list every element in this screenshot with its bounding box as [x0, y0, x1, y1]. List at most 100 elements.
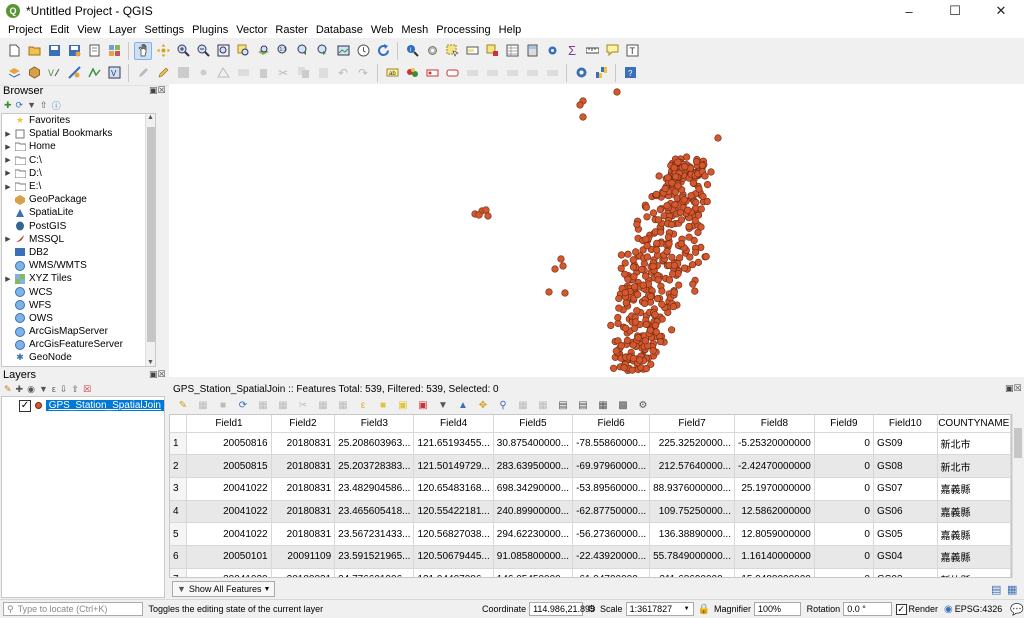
table-cell[interactable]: 20180831	[271, 432, 336, 456]
redo-icon[interactable]: ↷	[354, 64, 372, 82]
zoom-selection-icon[interactable]	[234, 42, 252, 60]
vertex-tool-icon[interactable]	[214, 64, 232, 82]
gps-station-point[interactable]	[639, 281, 647, 289]
close-button[interactable]: ✕	[978, 0, 1024, 22]
filter-select-icon[interactable]: ▼	[434, 396, 452, 414]
table-cell[interactable]: 121.50149729...	[413, 454, 494, 478]
browser-item-spatial-bookmarks[interactable]: ▶ Spatial Bookmarks	[2, 127, 155, 140]
select-features-icon[interactable]	[443, 42, 461, 60]
python-console-icon[interactable]	[592, 64, 610, 82]
gps-station-point[interactable]	[629, 354, 638, 363]
table-cell[interactable]: 30.875400000...	[493, 432, 574, 456]
gps-station-point[interactable]	[638, 265, 646, 274]
data-source-manager-icon[interactable]	[5, 64, 23, 82]
gps-station-point[interactable]	[695, 185, 703, 193]
table-cell[interactable]: -53.89560000...	[572, 477, 651, 501]
table-cell[interactable]: 211.68690000...	[649, 568, 735, 577]
column-header[interactable]: Field9	[814, 415, 874, 433]
gps-station-point[interactable]	[551, 265, 559, 273]
menu-settings[interactable]: Settings	[140, 24, 188, 36]
table-cell[interactable]: GS06	[873, 500, 938, 524]
new-project-icon[interactable]	[5, 42, 23, 60]
scrollbar-thumb[interactable]	[147, 127, 155, 342]
gps-station-point[interactable]	[484, 212, 492, 220]
table-cell[interactable]: 20050101	[186, 545, 272, 569]
gps-station-point[interactable]	[692, 157, 701, 166]
pin-labels-icon[interactable]	[423, 64, 441, 82]
gps-station-point[interactable]	[634, 290, 642, 299]
gps-station-point[interactable]	[624, 275, 632, 283]
new-temporary-layer-icon[interactable]	[65, 64, 83, 82]
table-cell[interactable]: 25.203728383...	[334, 454, 415, 478]
table-cell[interactable]: -5.25320000000	[734, 432, 815, 456]
pan-to-selection-icon[interactable]	[154, 42, 172, 60]
add-feature-icon[interactable]	[194, 64, 212, 82]
gps-station-point[interactable]	[703, 197, 711, 206]
gps-station-point[interactable]	[631, 324, 639, 332]
gps-station-point[interactable]	[658, 300, 666, 308]
table-cell[interactable]: 91.085800000...	[493, 545, 574, 569]
locator-search-input[interactable]: ⚲ Type to locate (Ctrl+K)	[3, 602, 144, 616]
gps-station-point[interactable]	[707, 168, 715, 176]
reload-icon[interactable]: ⟳	[234, 396, 252, 414]
gps-station-point[interactable]	[703, 180, 712, 189]
gps-station-point[interactable]	[579, 113, 587, 121]
table-cell[interactable]: -61.94700000...	[572, 568, 651, 577]
map-tips-icon[interactable]	[603, 42, 621, 60]
layers-panel-controls[interactable]: ▣☒	[149, 369, 166, 380]
gps-station-point[interactable]	[628, 366, 636, 374]
gps-station-point[interactable]	[651, 311, 659, 319]
new-virtual-layer-icon[interactable]: V	[105, 64, 123, 82]
table-cell[interactable]: 23.591521965...	[334, 545, 415, 569]
delete-selected-icon[interactable]	[254, 64, 272, 82]
column-header[interactable]: Field10	[873, 415, 938, 433]
gps-station-point[interactable]	[617, 342, 626, 350]
add-selected-layers-icon[interactable]: ✚	[4, 100, 12, 111]
show-features-dropdown[interactable]: ▼ Show All Features ▼	[172, 581, 276, 597]
gps-station-point[interactable]	[677, 240, 685, 248]
dock-table-icon[interactable]: ▩	[614, 396, 632, 414]
digitize-icon[interactable]	[85, 64, 103, 82]
conditional-formatting-icon[interactable]: ▤	[574, 396, 592, 414]
gps-station-point[interactable]	[622, 324, 630, 332]
gps-station-point[interactable]	[671, 188, 679, 196]
gps-station-point[interactable]	[688, 261, 697, 269]
move-selection-top-icon[interactable]: ▲	[454, 396, 472, 414]
table-cell[interactable]: 20091109	[271, 545, 336, 569]
open-attribute-table-icon[interactable]	[503, 42, 521, 60]
menu-web[interactable]: Web	[367, 24, 397, 36]
table-cell[interactable]: 25.1970000000	[734, 477, 815, 501]
gps-station-point[interactable]	[669, 270, 677, 278]
move-label-icon[interactable]	[463, 64, 481, 82]
browser-item-home[interactable]: ▶ Home	[2, 140, 155, 153]
table-cell[interactable]: -22.43920000...	[572, 545, 651, 569]
gps-station-point[interactable]	[643, 253, 652, 261]
gps-station-point[interactable]	[652, 190, 661, 198]
gps-station-point[interactable]	[701, 172, 709, 180]
gps-station-point[interactable]	[643, 242, 651, 250]
table-cell[interactable]: 25.208603963...	[334, 432, 415, 456]
gps-station-point[interactable]	[656, 338, 664, 346]
table-cell[interactable]: 1.16140000000	[734, 545, 815, 569]
identify-features-icon[interactable]: i	[403, 42, 421, 60]
layers-tree[interactable]: ✓ GPS_Station_SpatialJoin	[1, 396, 165, 598]
collapse-all-icon[interactable]: ⇧	[71, 384, 79, 395]
menu-plugins[interactable]: Plugins	[188, 24, 232, 36]
save-layer-edits-icon[interactable]	[174, 64, 192, 82]
row-number[interactable]: 1	[170, 432, 188, 456]
table-cell[interactable]: 212.57640000...	[649, 454, 735, 478]
gps-station-point[interactable]	[629, 256, 637, 264]
measure-icon[interactable]	[583, 42, 601, 60]
new-geopackage-layer-icon[interactable]	[25, 64, 43, 82]
gps-station-point[interactable]	[612, 347, 620, 355]
table-cell[interactable]: 120.56827038...	[413, 522, 494, 546]
gps-station-point[interactable]	[649, 262, 657, 270]
attribute-table[interactable]: Field1 Field2 Field3 Field4 Field5 Field…	[169, 414, 1012, 578]
open-project-icon[interactable]	[25, 42, 43, 60]
gps-station-point[interactable]	[682, 153, 691, 161]
table-cell[interactable]: 0	[814, 568, 874, 577]
gps-station-point[interactable]	[642, 203, 651, 211]
new-map-view-icon[interactable]	[334, 42, 352, 60]
copy-icon[interactable]: ▦	[314, 396, 332, 414]
zoom-native-icon[interactable]: 1:1	[274, 42, 292, 60]
